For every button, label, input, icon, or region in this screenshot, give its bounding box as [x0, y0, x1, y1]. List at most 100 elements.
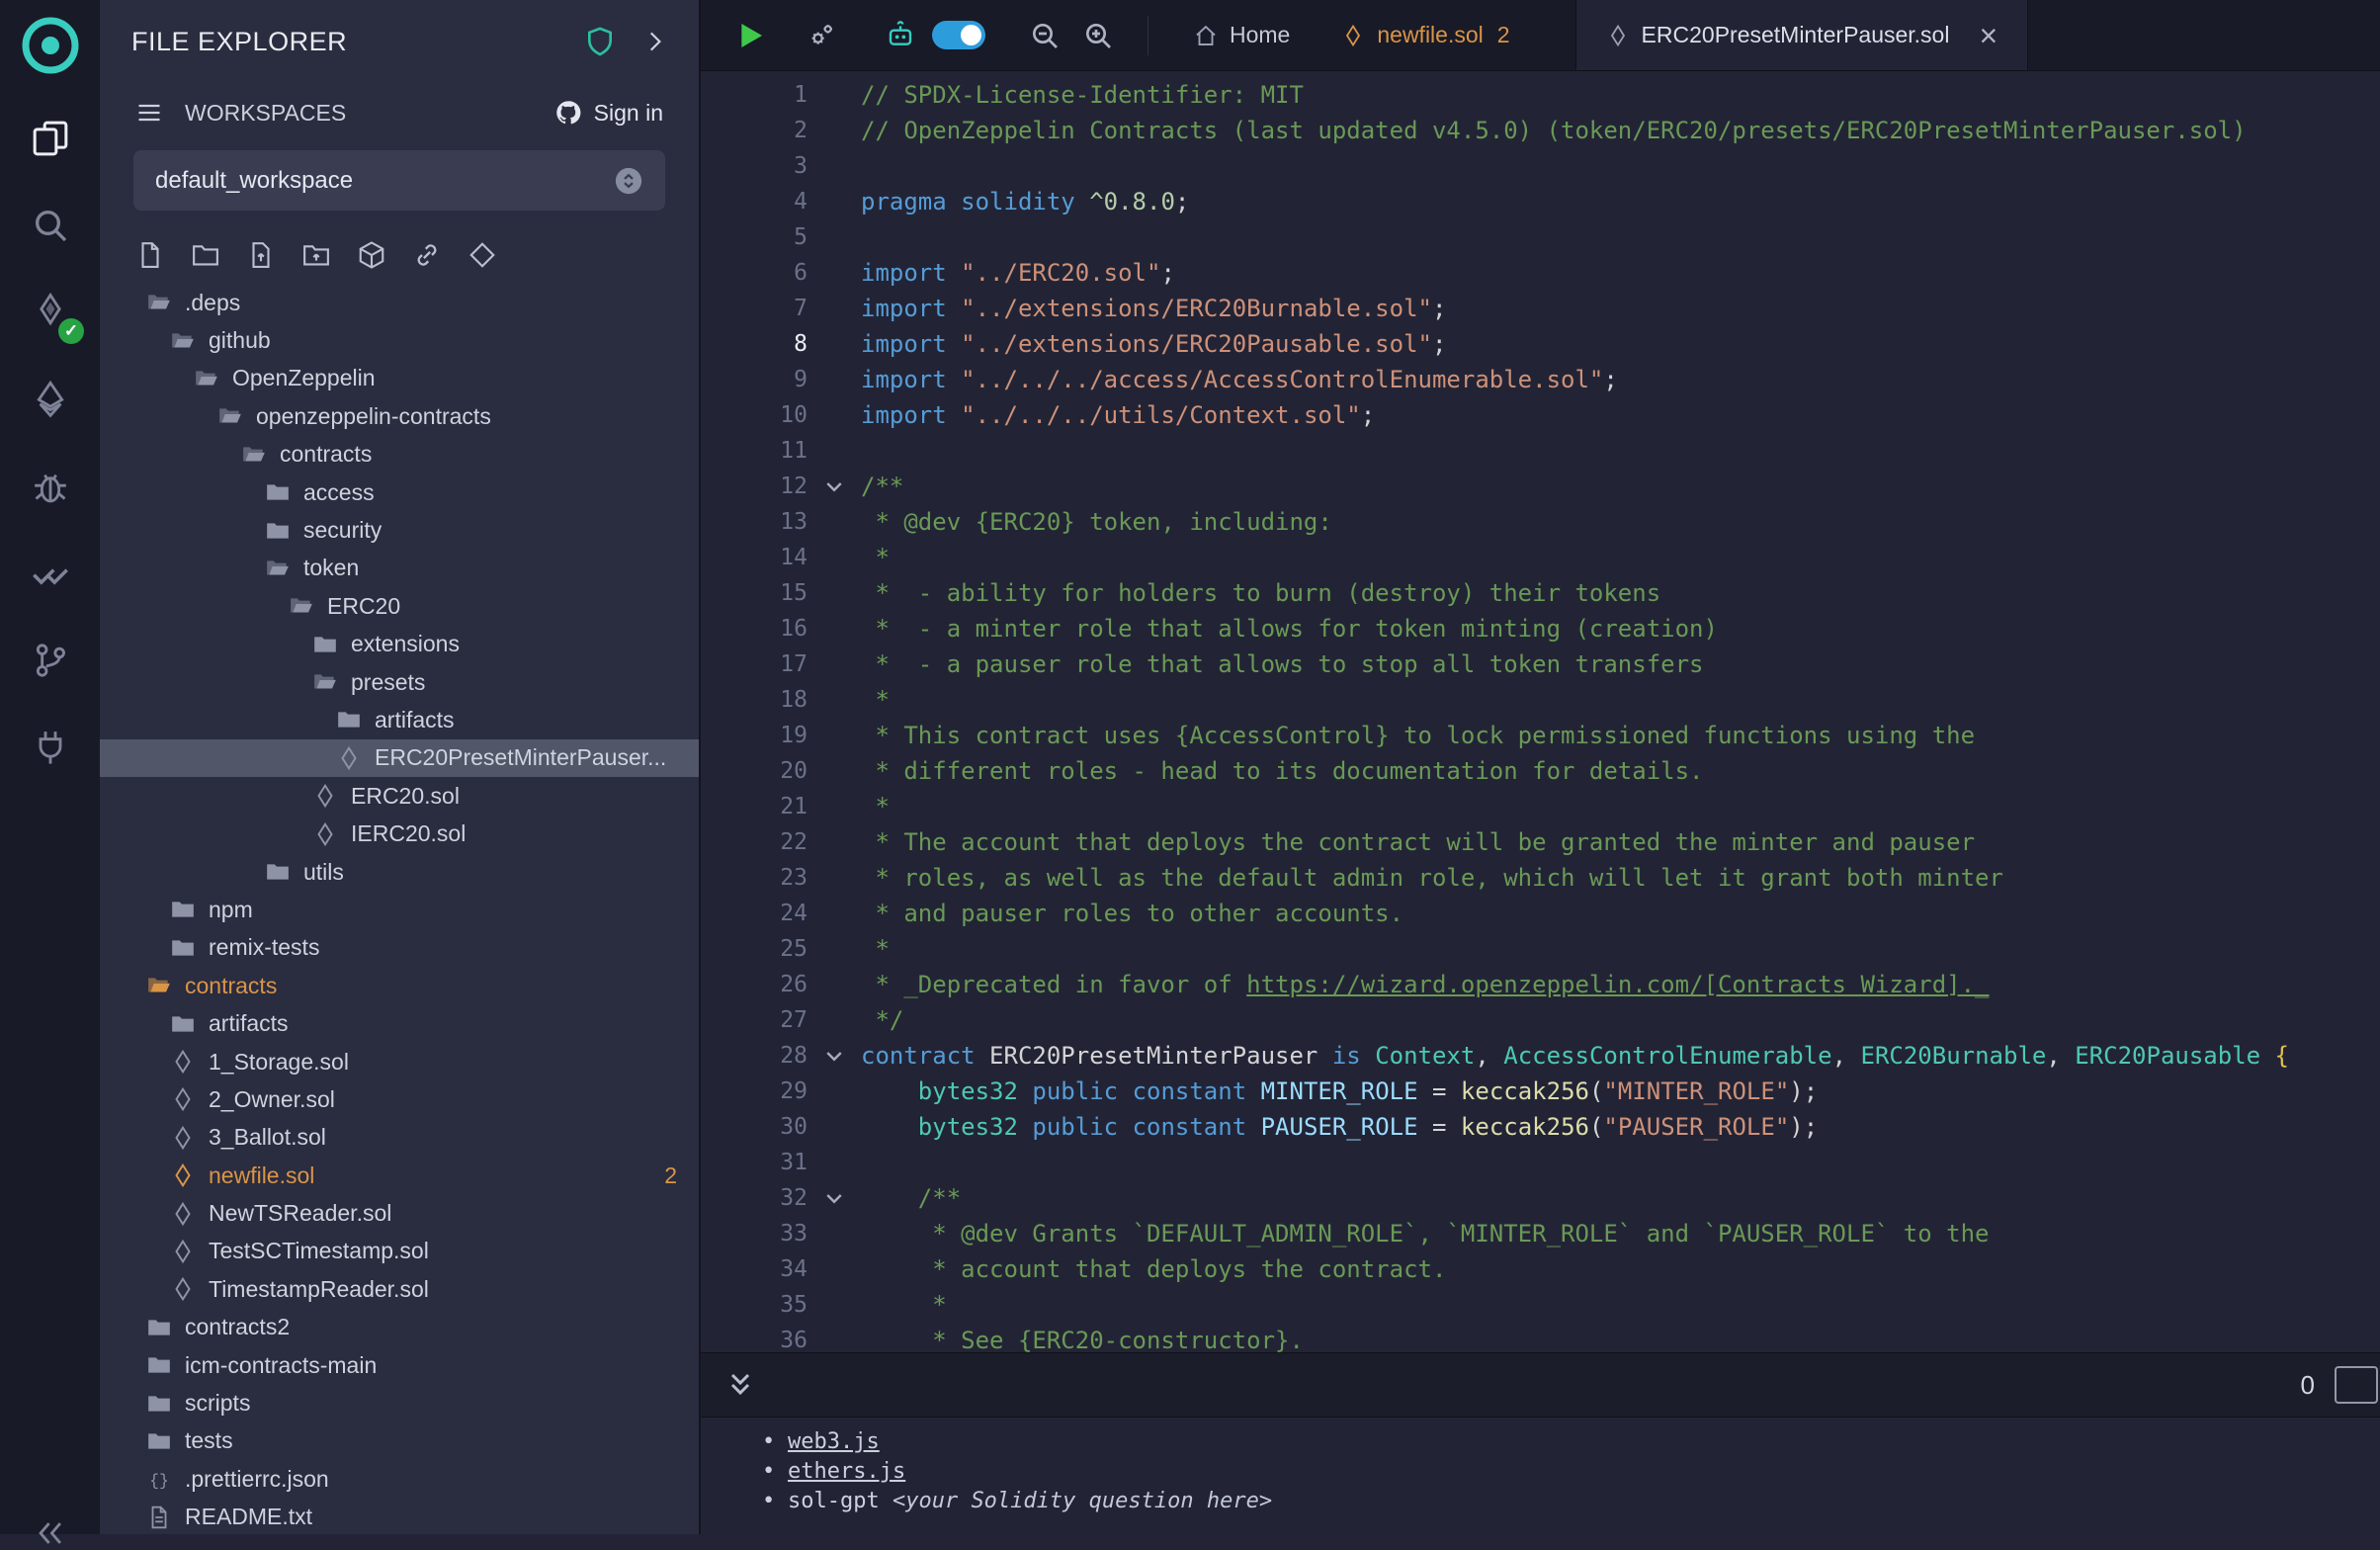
tree-item-artifacts[interactable]: artifacts	[100, 701, 699, 738]
tree-item-utils[interactable]: utils	[100, 853, 699, 891]
code-editor[interactable]: 1// SPDX-License-Identifier: MIT2// Open…	[701, 71, 2380, 1352]
code-text[interactable]	[861, 433, 2380, 469]
tree-item-npm[interactable]: npm	[100, 891, 699, 928]
tree-item-contracts[interactable]: contracts	[100, 436, 699, 474]
terminal-line[interactable]: Type the library name to see available c…	[762, 1530, 2380, 1534]
line-number[interactable]: 33	[701, 1216, 808, 1251]
line-number[interactable]: 23	[701, 860, 808, 896]
tree-item-2-owner-sol[interactable]: 2_Owner.sol	[100, 1080, 699, 1118]
terminal-line[interactable]: •web3.js	[762, 1427, 2380, 1457]
code-text[interactable]: *	[861, 540, 2380, 575]
line-number[interactable]: 21	[701, 789, 808, 824]
code-text[interactable]: * @dev Grants `DEFAULT_ADMIN_ROLE`, `MIN…	[861, 1216, 2380, 1251]
new-file-icon[interactable]	[135, 240, 165, 270]
code-text[interactable]: *	[861, 789, 2380, 824]
code-text[interactable]: *	[861, 1287, 2380, 1323]
tree-item-token[interactable]: token	[100, 550, 699, 587]
line-number[interactable]: 35	[701, 1287, 808, 1323]
tree-item-openzeppelin[interactable]: OpenZeppelin	[100, 360, 699, 397]
line-number[interactable]: 29	[701, 1074, 808, 1109]
tree-item-timestampreader-sol[interactable]: TimestampReader.sol	[100, 1270, 699, 1308]
tree-item-3-ballot-sol[interactable]: 3_Ballot.sol	[100, 1119, 699, 1157]
line-number[interactable]: 14	[701, 540, 808, 575]
line-number[interactable]: 17	[701, 646, 808, 682]
tree-item-contracts2[interactable]: contracts2	[100, 1309, 699, 1346]
script-config-gear-icon[interactable]	[806, 20, 837, 51]
code-text[interactable]: * - ability for holders to burn (destroy…	[861, 575, 2380, 611]
new-folder-icon[interactable]	[191, 240, 220, 270]
tree-item-deps[interactable]: .deps	[100, 284, 699, 321]
code-text[interactable]: * - a minter role that allows for token …	[861, 611, 2380, 646]
code-text[interactable]	[861, 1145, 2380, 1180]
code-text[interactable]: import "../ERC20.sol";	[861, 255, 2380, 291]
line-number[interactable]: 36	[701, 1323, 808, 1352]
rail-item-git[interactable]	[0, 619, 100, 706]
line-number[interactable]: 13	[701, 504, 808, 540]
remix-logo-icon[interactable]	[19, 14, 82, 77]
fold-chevron-icon[interactable]	[808, 469, 861, 504]
code-text[interactable]: * - a pauser role that allows to stop al…	[861, 646, 2380, 682]
tree-item-1-storage-sol[interactable]: 1_Storage.sol	[100, 1043, 699, 1080]
tree-item-erc20presetminterpauser[interactable]: ERC20PresetMinterPauser...	[100, 739, 699, 777]
terminal-line[interactable]: •ethers.js	[762, 1457, 2380, 1487]
tree-item-remix-tests[interactable]: remix-tests	[100, 929, 699, 967]
line-number[interactable]: 26	[701, 967, 808, 1002]
code-text[interactable]: *	[861, 931, 2380, 967]
line-number[interactable]: 31	[701, 1145, 808, 1180]
tree-item-erc20-sol[interactable]: ERC20.sol	[100, 777, 699, 815]
line-number[interactable]: 20	[701, 753, 808, 789]
zoom-in-icon[interactable]	[1082, 20, 1114, 51]
rail-item-search[interactable]	[0, 184, 100, 271]
tree-item-tests[interactable]: tests	[100, 1422, 699, 1460]
line-number[interactable]: 15	[701, 575, 808, 611]
code-text[interactable]: import "../extensions/ERC20Burnable.sol"…	[861, 291, 2380, 326]
code-text[interactable]: contract ERC20PresetMinterPauser is Cont…	[861, 1038, 2380, 1074]
code-text[interactable]: import "../extensions/ERC20Pausable.sol"…	[861, 326, 2380, 362]
tree-item-testsctimestamp-sol[interactable]: TestSCTimestamp.sol	[100, 1233, 699, 1270]
ai-copilot-robot-icon[interactable]	[885, 20, 916, 51]
rail-item-solidity-compiler[interactable]: ✓	[0, 271, 100, 358]
ipfs-cube-icon[interactable]	[357, 240, 386, 270]
code-text[interactable]	[861, 219, 2380, 255]
code-text[interactable]: import "../../../utils/Context.sol";	[861, 397, 2380, 433]
line-number[interactable]: 16	[701, 611, 808, 646]
rail-item-file-explorer[interactable]	[0, 97, 100, 184]
line-number[interactable]: 24	[701, 896, 808, 931]
code-text[interactable]: * @dev {ERC20} token, including:	[861, 504, 2380, 540]
code-text[interactable]: * The account that deploys the contract …	[861, 824, 2380, 860]
rail-item-plugin-manager[interactable]	[0, 706, 100, 793]
gist-icon[interactable]	[468, 240, 497, 270]
tree-item-readme-txt[interactable]: README.txt	[100, 1499, 699, 1535]
code-text[interactable]: import "../../../access/AccessControlEnu…	[861, 362, 2380, 397]
code-text[interactable]: /**	[861, 1180, 2380, 1216]
tree-item-artifacts[interactable]: artifacts	[100, 1004, 699, 1042]
sign-in-button[interactable]: Sign in	[554, 99, 663, 127]
code-text[interactable]: // SPDX-License-Identifier: MIT	[861, 77, 2380, 113]
line-number[interactable]: 12	[701, 469, 808, 504]
line-number[interactable]: 22	[701, 824, 808, 860]
workspace-selector[interactable]: default_workspace	[133, 150, 665, 211]
tree-item-github[interactable]: github	[100, 321, 699, 359]
line-number[interactable]: 6	[701, 255, 808, 291]
code-text[interactable]	[861, 148, 2380, 184]
tab-home[interactable]: Home	[1168, 0, 1316, 70]
upload-file-icon[interactable]	[246, 240, 276, 270]
line-number[interactable]: 8	[701, 326, 808, 362]
ai-copilot-toggle[interactable]	[932, 21, 985, 49]
rail-item-debugger[interactable]	[0, 445, 100, 532]
tree-item-ierc20-sol[interactable]: IERC20.sol	[100, 815, 699, 852]
line-number[interactable]: 4	[701, 184, 808, 219]
rail-item-deploy-and-run[interactable]	[0, 358, 100, 445]
code-text[interactable]: // OpenZeppelin Contracts (last updated …	[861, 113, 2380, 148]
line-number[interactable]: 18	[701, 682, 808, 718]
terminal-expand-icon[interactable]	[724, 1369, 756, 1401]
line-number[interactable]: 5	[701, 219, 808, 255]
chevron-right-icon[interactable]	[641, 29, 667, 54]
line-number[interactable]: 28	[701, 1038, 808, 1074]
tree-item-extensions[interactable]: extensions	[100, 626, 699, 663]
run-script-button[interactable]	[734, 20, 766, 51]
line-number[interactable]: 27	[701, 1002, 808, 1038]
line-number[interactable]: 10	[701, 397, 808, 433]
tab-newfile-sol[interactable]: newfile.sol2	[1316, 0, 1535, 70]
terminal-checkbox[interactable]	[2335, 1366, 2378, 1404]
